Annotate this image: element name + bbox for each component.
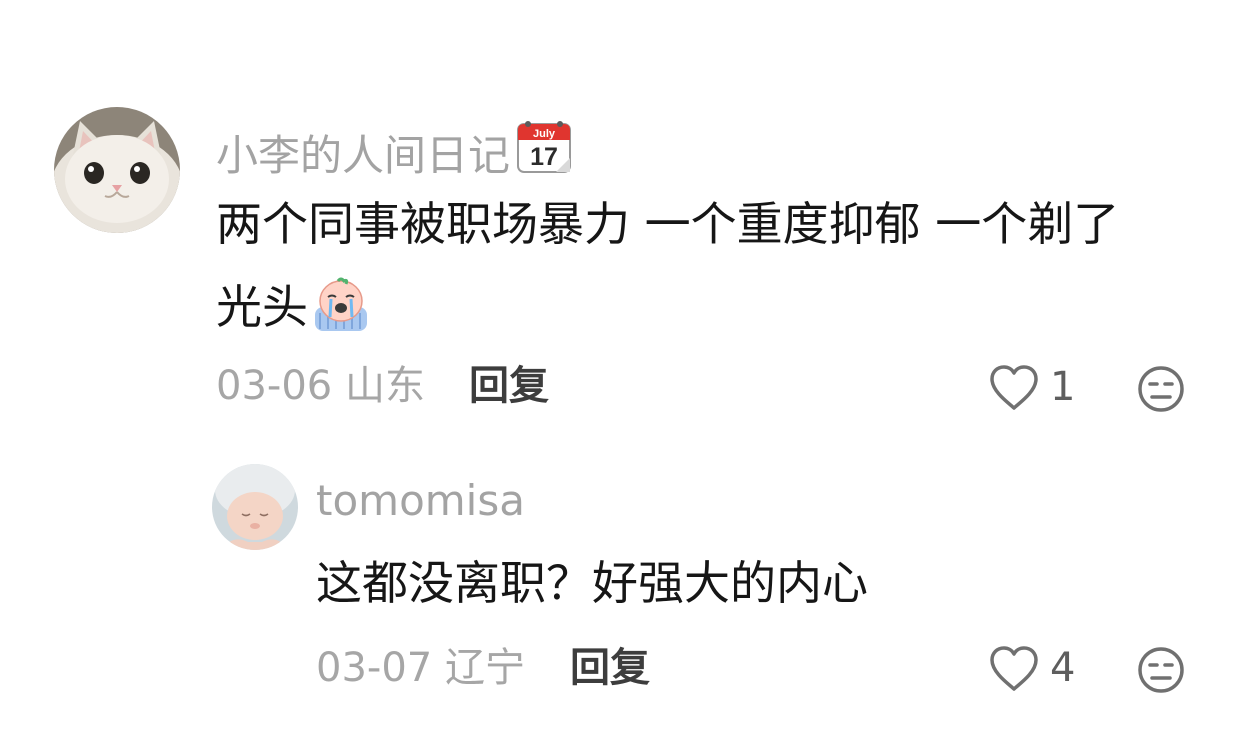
like-count: 4 <box>1050 645 1076 691</box>
heart-icon[interactable] <box>988 364 1040 416</box>
comment-thread: 小李的人间日记 July 17 两个同事被职场暴力 一个重度抑郁 一个剃了 光头 <box>0 0 1260 732</box>
comment-date: 03-07 <box>316 645 433 691</box>
avatar[interactable] <box>54 107 180 233</box>
unamused-face-icon[interactable] <box>1136 364 1186 418</box>
heart-icon[interactable] <box>988 645 1040 697</box>
calendar-day: 17 <box>530 143 558 171</box>
comment-text-line-1: 这都没离职？好强大的内心 <box>316 556 868 610</box>
crying-face-emoji <box>312 277 370 340</box>
like-count: 1 <box>1050 364 1076 410</box>
comment-text-line-1: 两个同事被职场暴力 一个重度抑郁 一个剃了 <box>216 197 1120 251</box>
unamused-face-icon[interactable] <box>1136 645 1186 699</box>
comment-location: 山东 <box>344 363 425 409</box>
comment-location: 辽宁 <box>444 645 525 691</box>
comment-date: 03-06 <box>216 363 333 409</box>
username[interactable]: tomomisa <box>316 480 525 522</box>
comment-text-line-2-text: 光头 <box>216 280 308 334</box>
reply-button[interactable]: 回复 <box>469 366 549 406</box>
comment-text-line-2: 光头 <box>216 277 370 340</box>
calendar-month: July <box>533 128 556 140</box>
reply-button[interactable]: 回复 <box>570 648 650 688</box>
username[interactable]: 小李的人间日记 July 17 <box>216 120 572 181</box>
calendar-icon: July 17 <box>516 120 572 181</box>
username-text: 小李的人间日记 <box>216 131 511 180</box>
comment-meta: 03-07 辽宁 <box>316 648 525 688</box>
avatar[interactable] <box>212 464 298 550</box>
comment-meta: 03-06 山东 <box>216 366 425 406</box>
